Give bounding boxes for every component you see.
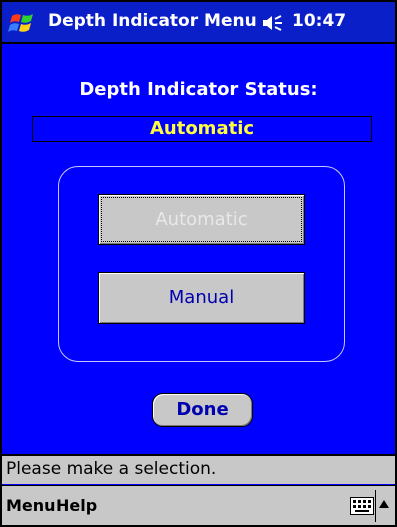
manual-button[interactable]: Manual	[98, 272, 305, 324]
window-title: Depth Indicator Menu	[48, 11, 257, 31]
automatic-button[interactable]: Automatic	[98, 194, 305, 245]
done-button[interactable]: Done	[152, 393, 253, 427]
menu-separator	[375, 490, 376, 522]
status-bar: Please make a selection.	[2, 454, 395, 484]
device-screen: Depth Indicator Menu 10:47 Depth Indicat…	[0, 0, 397, 527]
speaker-icon[interactable]	[262, 14, 284, 32]
keyboard-icon[interactable]	[350, 497, 374, 515]
status-message: Please make a selection.	[6, 459, 217, 479]
clock-time[interactable]: 10:47	[292, 11, 346, 31]
status-heading: Depth Indicator Status:	[79, 79, 318, 100]
menu-bar: Menu Help	[2, 485, 395, 525]
title-bar: Depth Indicator Menu 10:47	[2, 2, 395, 44]
up-arrow-icon[interactable]	[379, 500, 389, 508]
menu-help-item[interactable]: Help	[56, 496, 97, 515]
status-value: Automatic	[32, 116, 372, 142]
windows-flag-icon[interactable]	[6, 8, 40, 38]
menu-menu-item[interactable]: Menu	[6, 496, 56, 515]
